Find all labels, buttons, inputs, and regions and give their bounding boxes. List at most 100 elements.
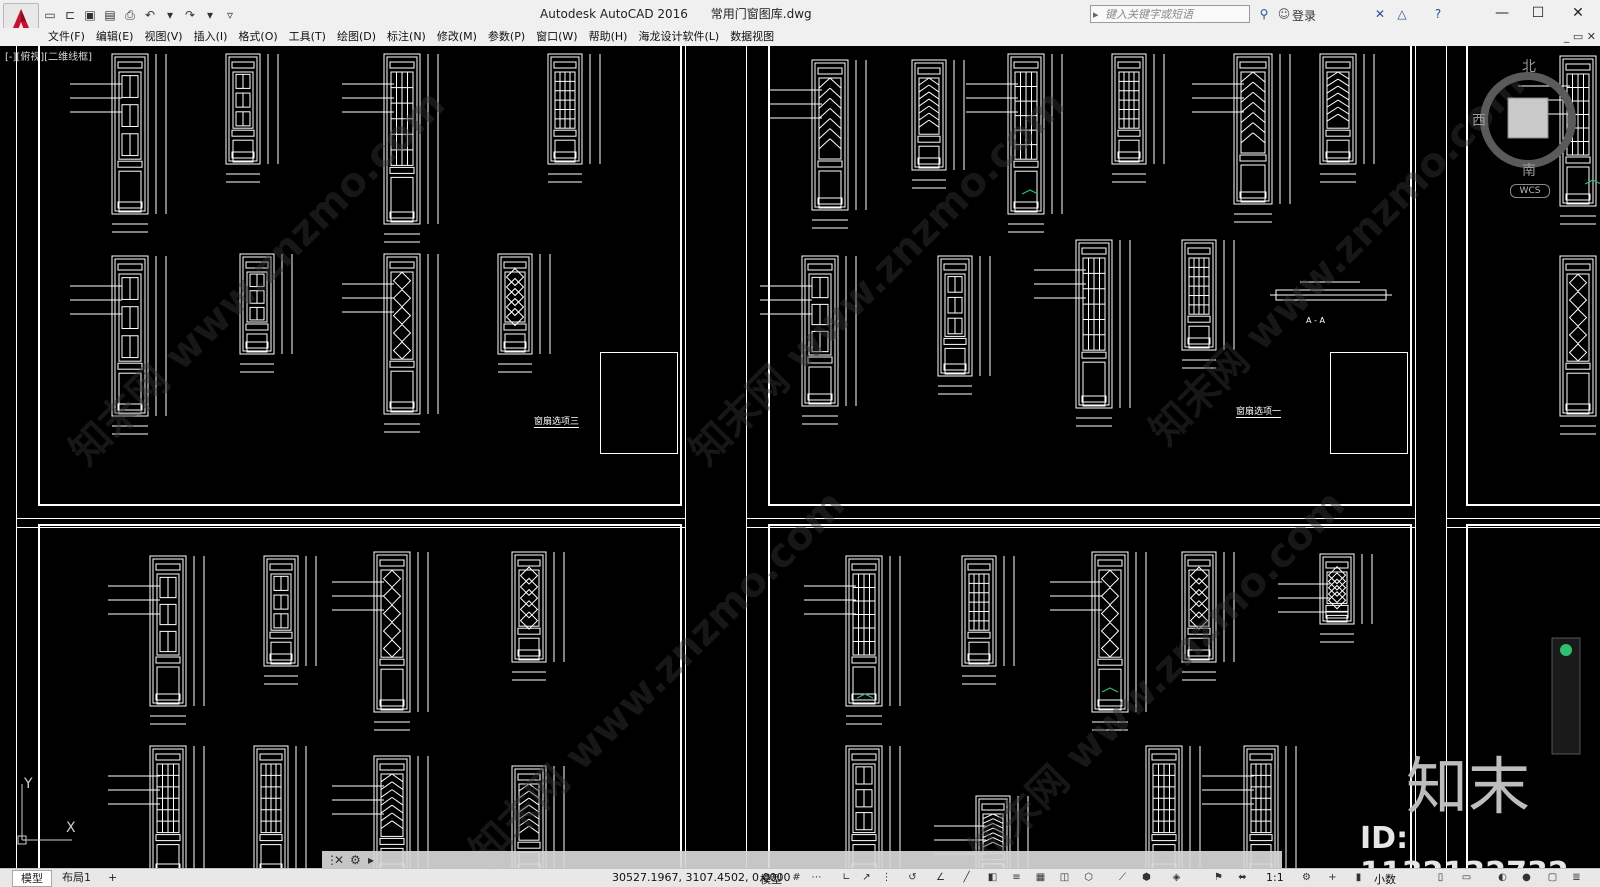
- save-icon[interactable]: ▣: [82, 7, 98, 23]
- redo-icon[interactable]: ↷: [182, 7, 198, 23]
- door-panel-drawing: [108, 745, 205, 868]
- model-space-toggle[interactable]: 模型: [760, 871, 782, 887]
- sheet-title-option-3: 窗扇选项三: [534, 414, 580, 428]
- menu-bar: 文件(F) 编辑(E) 视图(V) 插入(I) 格式(O) 工具(T) 绘图(D…: [0, 28, 1600, 46]
- exchange-icon[interactable]: ✕: [1372, 6, 1388, 22]
- object-snap-tracking-icon[interactable]: ↺: [906, 871, 919, 884]
- door-window-drawings: [70, 53, 1600, 868]
- user-icon[interactable]: ☺: [1276, 6, 1292, 22]
- door-panel-drawing: [845, 745, 901, 868]
- print-icon[interactable]: ⎙: [122, 7, 138, 23]
- lock-ui-icon[interactable]: ▭: [1460, 871, 1473, 884]
- graphics-performance-icon[interactable]: ●: [1520, 871, 1533, 884]
- door-panel-drawing: [263, 555, 317, 685]
- polar-icon[interactable]: ↗: [860, 871, 873, 884]
- selection-filter-icon[interactable]: ⬡: [1082, 871, 1095, 884]
- menu-file[interactable]: 文件(F): [48, 28, 96, 46]
- add-layout-button[interactable]: +: [100, 870, 125, 885]
- sign-in-button[interactable]: 登录: [1292, 7, 1316, 24]
- menu-dimension[interactable]: 标注(N): [387, 28, 437, 46]
- clean-screen-icon[interactable]: ▢: [1546, 871, 1559, 884]
- quick-properties-icon[interactable]: ▯: [1434, 871, 1447, 884]
- menu-format[interactable]: 格式(O): [238, 28, 288, 46]
- door-panel-drawing: [961, 555, 1015, 685]
- door-panel-drawing: [1145, 745, 1201, 868]
- workspace-switching-icon[interactable]: ⚙: [1300, 871, 1313, 884]
- wcs-menu[interactable]: WCS: [1510, 184, 1550, 198]
- auto-scale-icon[interactable]: ◈: [1170, 871, 1183, 884]
- door-panel-drawing: [511, 551, 565, 681]
- annotation-scale-value[interactable]: 1:1: [1266, 871, 1284, 884]
- menu-parametric[interactable]: 参数(P): [488, 28, 536, 46]
- customize-qat-icon[interactable]: ▿: [222, 7, 238, 23]
- viewcube[interactable]: 北 南 西: [1464, 56, 1600, 196]
- workspace-icon[interactable]: ⬌: [1236, 871, 1249, 884]
- object-snap-icon[interactable]: ∠: [934, 871, 947, 884]
- grid-icon[interactable]: #: [790, 871, 803, 884]
- menu-window[interactable]: 窗口(W): [536, 28, 588, 46]
- watermark-logo: 知末: [1406, 750, 1531, 823]
- door-panel-drawing: [1034, 239, 1131, 427]
- annotation-scale-icon[interactable]: ⚑: [1212, 871, 1225, 884]
- annotation-monitor-icon[interactable]: +: [1326, 871, 1339, 884]
- viewcube-south[interactable]: 南: [1522, 160, 1536, 180]
- dropdown-arrow-icon[interactable]: ▾: [202, 7, 218, 23]
- ortho-icon[interactable]: ∟: [840, 871, 853, 884]
- door-panel-drawing: [547, 53, 601, 183]
- help-icon[interactable]: ?: [1430, 6, 1446, 22]
- tab-layout1[interactable]: 布局1: [54, 870, 99, 885]
- menu-edit[interactable]: 编辑(E): [96, 28, 145, 46]
- menu-modify[interactable]: 修改(M): [437, 28, 488, 46]
- units-icon[interactable]: ▮: [1352, 871, 1365, 884]
- menu-draw[interactable]: 绘图(D): [337, 28, 387, 46]
- snap-icon[interactable]: ⋯: [810, 871, 823, 884]
- tab-model[interactable]: 模型: [12, 870, 52, 887]
- annotation-visibility-icon[interactable]: ⬢: [1140, 871, 1153, 884]
- binoculars-icon[interactable]: ⚲: [1256, 6, 1272, 22]
- gizmo-icon[interactable]: ⟋: [1116, 871, 1129, 884]
- dynamic-ucs-icon[interactable]: ◫: [1058, 871, 1071, 884]
- navigation-bar[interactable]: [1548, 636, 1588, 756]
- viewcube-north[interactable]: 北: [1522, 56, 1536, 76]
- status-bar: 模型 布局1 + 30527.1967, 3107.4502, 0.0000 模…: [0, 868, 1600, 887]
- new-file-icon[interactable]: ▭: [42, 7, 58, 23]
- door-panel-drawing: [804, 555, 901, 725]
- isolate-objects-icon[interactable]: ◐: [1496, 871, 1509, 884]
- menu-view[interactable]: 视图(V): [144, 28, 193, 46]
- open-file-icon[interactable]: ⊏: [62, 7, 78, 23]
- search-input[interactable]: 键入关键字或短语: [1090, 5, 1250, 24]
- door-panel-drawing: [1559, 255, 1597, 435]
- menu-insert[interactable]: 插入(I): [194, 28, 239, 46]
- selection-cycling-icon[interactable]: ≡: [1010, 871, 1023, 884]
- 3d-osnap-icon[interactable]: ▦: [1034, 871, 1047, 884]
- command-customize-icon[interactable]: ⚙: [350, 853, 361, 867]
- command-line[interactable]: ⋮ ✕ ⚙ ▸: [322, 851, 1282, 868]
- isodraft-icon[interactable]: ⋮: [880, 871, 893, 884]
- door-panel-drawing: [70, 53, 167, 233]
- drawing-viewport[interactable]: [-][俯视][二维线框] 窗扇选项三 窗扇选项一 A - A 知末网 www.…: [0, 46, 1600, 868]
- window-title: Autodesk AutoCAD 2016 常用门窗图库.dwg: [540, 7, 812, 21]
- menu-hailong[interactable]: 海龙设计软件(L): [638, 28, 730, 46]
- door-panel-drawing: [332, 551, 429, 731]
- close-button[interactable]: ✕: [1562, 2, 1594, 24]
- menu-help[interactable]: 帮助(H): [589, 28, 639, 46]
- maximize-button[interactable]: ☐: [1522, 2, 1554, 24]
- transparency-icon[interactable]: ◧: [986, 871, 999, 884]
- units-value[interactable]: 小数: [1374, 871, 1396, 887]
- undo-icon[interactable]: ↶: [142, 7, 158, 23]
- lineweight-icon[interactable]: ╱: [960, 871, 973, 884]
- mdi-window-controls[interactable]: _ ▭ ✕: [1564, 28, 1596, 46]
- menu-tools[interactable]: 工具(T): [289, 28, 337, 46]
- save-as-icon[interactable]: ▤: [102, 7, 118, 23]
- dropdown-arrow-icon[interactable]: ▾: [162, 7, 178, 23]
- door-panel-drawing: [1319, 53, 1375, 183]
- command-history-icon[interactable]: ▸: [368, 853, 374, 867]
- minimize-button[interactable]: —: [1486, 2, 1518, 24]
- viewcube-west[interactable]: 西: [1472, 110, 1486, 130]
- menu-dataview[interactable]: 数据视图: [730, 28, 785, 46]
- a360-icon[interactable]: △: [1394, 6, 1410, 22]
- customization-icon[interactable]: ≣: [1570, 871, 1583, 884]
- watermark-id: ID: 1132132732: [1360, 821, 1569, 868]
- command-close-icon[interactable]: ✕: [334, 853, 344, 867]
- door-panel-drawing: [1202, 745, 1297, 868]
